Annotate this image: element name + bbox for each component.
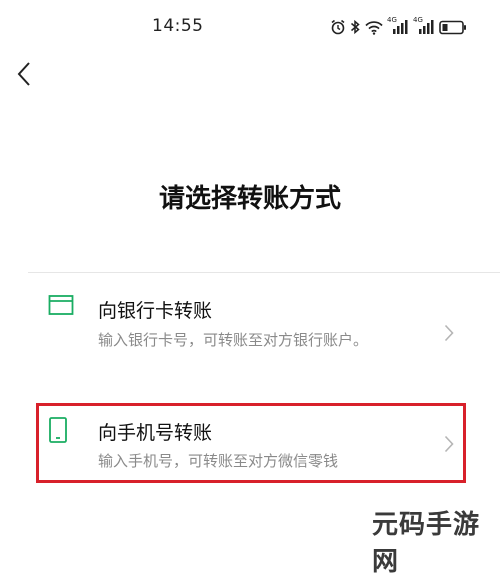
option-bank-card-transfer[interactable]: 向银行卡转账 输入银行卡号，可转账至对方银行账户。 — [28, 280, 500, 390]
option-title: 向银行卡转账 — [98, 300, 213, 322]
signal-4g-icon: 4G — [413, 16, 435, 36]
watermark: 元码手游网 — [372, 510, 481, 577]
signal-4g-icon: 4G — [387, 16, 409, 36]
bluetooth-icon — [350, 19, 361, 35]
divider — [28, 272, 500, 273]
alarm-icon — [330, 19, 346, 35]
chevron-right-icon — [444, 324, 454, 346]
wifi-icon — [365, 20, 383, 35]
page-title: 请选择转账方式 — [158, 184, 341, 214]
option-description: 输入银行卡号，可转账至对方银行账户。 — [98, 331, 369, 349]
battery-icon — [439, 20, 467, 35]
highlight-box — [36, 403, 466, 483]
status-time: 14:55 — [152, 16, 204, 36]
chevron-left-icon — [16, 60, 32, 92]
back-button[interactable] — [10, 60, 38, 92]
status-icons: 4G 4G — [330, 16, 467, 38]
bank-card-icon — [48, 294, 74, 320]
